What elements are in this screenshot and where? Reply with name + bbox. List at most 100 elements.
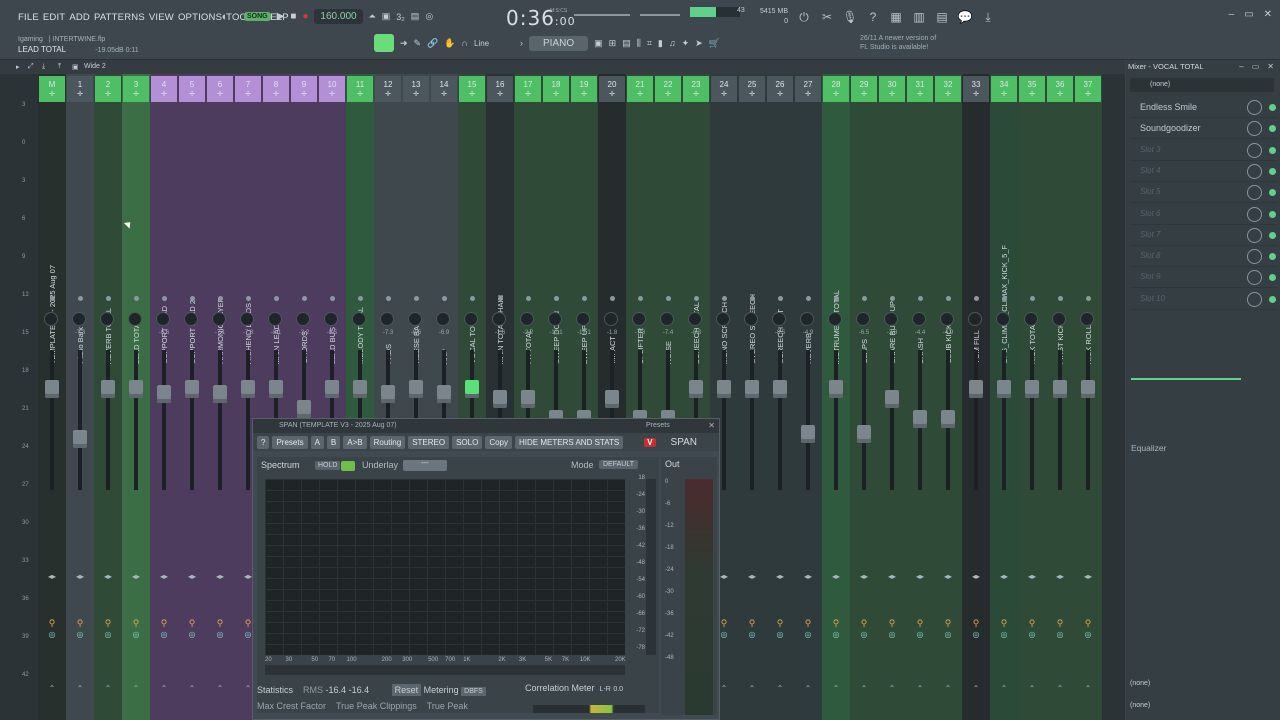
master-pitch-slider[interactable] bbox=[640, 14, 680, 16]
strip-header[interactable]: 20 ✛ bbox=[599, 76, 625, 102]
route-dot[interactable] bbox=[722, 296, 727, 301]
fx-enable-icon[interactable]: ⚲ bbox=[766, 618, 794, 629]
record-arm-icon[interactable]: ◎ bbox=[962, 630, 990, 639]
mixer-strip-31[interactable]: 31✛CRASH-4.4◂▸⚲◎⌃ bbox=[906, 74, 934, 720]
span-toolbar-copy[interactable]: Copy bbox=[485, 435, 513, 449]
plus-icon[interactable]: ✛ bbox=[889, 90, 895, 98]
volume-fader[interactable] bbox=[45, 380, 59, 398]
plus-icon[interactable]: ✛ bbox=[833, 90, 839, 98]
slot-enable-led[interactable] bbox=[1269, 189, 1276, 197]
route-arrow-icon[interactable]: ⌃ bbox=[850, 684, 878, 693]
pan-knob[interactable] bbox=[604, 312, 618, 326]
span-toolbar-presets[interactable]: Presets bbox=[272, 435, 308, 449]
plus-icon[interactable]: ✛ bbox=[1085, 90, 1091, 98]
strip-header[interactable]: 9 ✛ bbox=[291, 76, 317, 102]
record-arm-icon[interactable]: ◎ bbox=[178, 630, 206, 639]
strip-header[interactable]: 2 ✛ bbox=[95, 76, 121, 102]
pan-knob[interactable] bbox=[912, 312, 926, 326]
close-icon[interactable]: ✕ bbox=[708, 421, 715, 430]
mixer-strip-34[interactable]: 34 ✛ OPS_CLIMAX_CLIMAX_KICK_5_F ◂▸ ⚲ ◎ ⌃ bbox=[990, 74, 1018, 720]
playlist-icon[interactable]: ▦ bbox=[888, 9, 904, 25]
pan-knob[interactable] bbox=[772, 312, 786, 326]
route-dot[interactable] bbox=[470, 296, 475, 301]
fx-enable-icon[interactable]: ⚲ bbox=[962, 618, 990, 629]
plus-icon[interactable]: ✛ bbox=[105, 90, 111, 98]
route-dot[interactable] bbox=[106, 296, 111, 301]
slot-enable-led[interactable] bbox=[1269, 146, 1276, 154]
strip-header[interactable]: 37 ✛ bbox=[1075, 76, 1101, 102]
strip-header[interactable]: 21 ✛ bbox=[627, 76, 653, 102]
volume-fader[interactable] bbox=[801, 425, 815, 443]
volume-fader[interactable] bbox=[269, 380, 283, 398]
maximize-icon[interactable]: ▭ bbox=[1252, 62, 1260, 71]
strip-header[interactable]: 25 ✛ bbox=[739, 76, 765, 102]
fx-slot-10[interactable]: Slot 10 bbox=[1130, 290, 1278, 310]
volume-fader[interactable] bbox=[157, 385, 171, 403]
fx-slot-6[interactable]: Slot 6 bbox=[1130, 205, 1278, 225]
volume-fader[interactable] bbox=[241, 380, 255, 398]
plus-icon[interactable]: ✛ bbox=[1001, 90, 1007, 98]
fx-enable-icon[interactable]: ⚲ bbox=[1046, 618, 1074, 629]
volume-fader[interactable] bbox=[885, 390, 899, 408]
strip-header[interactable]: 22 ✛ bbox=[655, 76, 681, 102]
strip-header[interactable]: 12 ✛ bbox=[375, 76, 401, 102]
plus-icon[interactable]: ✛ bbox=[1057, 90, 1063, 98]
wide-label[interactable]: Wide 2 bbox=[84, 63, 106, 70]
plus-icon[interactable]: ✛ bbox=[329, 90, 335, 98]
pan-knob[interactable] bbox=[856, 312, 870, 326]
volume-fader[interactable] bbox=[129, 380, 143, 398]
plus-icon[interactable]: ✛ bbox=[693, 90, 699, 98]
pan-knob[interactable] bbox=[1080, 312, 1094, 326]
plus-icon[interactable]: ✛ bbox=[497, 90, 503, 98]
record-icon[interactable]: ● bbox=[302, 11, 308, 22]
strip-header[interactable]: 15 ✛ bbox=[459, 76, 485, 102]
record-arm-icon[interactable]: ◎ bbox=[1018, 630, 1046, 639]
slot-mix-knob[interactable] bbox=[1247, 185, 1262, 201]
pan-knob[interactable] bbox=[1052, 312, 1066, 326]
strip-header[interactable]: 5 ✛ bbox=[179, 76, 205, 102]
spectrum-graph[interactable] bbox=[265, 479, 625, 655]
metronome-icon[interactable]: ⏶ bbox=[369, 11, 376, 22]
stereo-sep-icon[interactable]: ◂▸ bbox=[1018, 572, 1046, 581]
mode-select[interactable]: DEFAULT bbox=[599, 460, 638, 469]
reset-button[interactable]: Reset bbox=[391, 684, 422, 696]
pan-knob[interactable] bbox=[464, 312, 478, 326]
route-dot[interactable] bbox=[974, 296, 979, 301]
record-arm-icon[interactable]: ◎ bbox=[850, 630, 878, 639]
volume-fader[interactable] bbox=[717, 380, 731, 398]
volume-fader[interactable] bbox=[773, 380, 787, 398]
record-arm-icon[interactable]: ◎ bbox=[906, 630, 934, 639]
plus-icon[interactable]: ✛ bbox=[749, 90, 755, 98]
route-dot[interactable] bbox=[582, 296, 587, 301]
snap-mode[interactable]: Line bbox=[474, 39, 514, 48]
volume-fader[interactable] bbox=[325, 380, 339, 398]
slot-enable-led[interactable] bbox=[1269, 210, 1276, 218]
mixer-strip-4[interactable]: 4 ✛ SUPPORT LEAD -6.6 ◂▸ ⚲ ◎ ⌃ bbox=[150, 74, 178, 720]
route-arrow-icon[interactable]: ⌃ bbox=[1046, 684, 1074, 693]
play-icon[interactable]: ▶ bbox=[277, 11, 285, 22]
view-icon-2[interactable]: ⤓ bbox=[42, 63, 45, 71]
mixer-strip-28[interactable]: 28 ✛ INSTRUMENT TOTAL ◂▸ ⚲ ◎ ⌃ bbox=[822, 74, 850, 720]
volume-fader[interactable] bbox=[353, 380, 367, 398]
pat-song-toggle-icon[interactable]: ◐ bbox=[216, 9, 234, 25]
strip-header[interactable]: 28 ✛ bbox=[823, 76, 849, 102]
plus-icon[interactable]: ✛ bbox=[525, 90, 531, 98]
volume-fader[interactable] bbox=[101, 380, 115, 398]
route-dot[interactable] bbox=[246, 296, 251, 301]
pan-knob[interactable] bbox=[576, 312, 590, 326]
strip-header[interactable]: 24 ✛ bbox=[711, 76, 737, 102]
mixer-strip-35[interactable]: 35 ✛ KICK TOTAL ◂▸ ⚲ ◎ ⌃ bbox=[1018, 74, 1046, 720]
route-dot[interactable] bbox=[134, 296, 139, 301]
layout-icon[interactable]: ▣ bbox=[72, 63, 79, 71]
pan-knob[interactable] bbox=[660, 312, 674, 326]
pan-knob[interactable] bbox=[100, 312, 114, 326]
volume-fader[interactable] bbox=[73, 430, 87, 448]
pan-knob[interactable] bbox=[1024, 312, 1038, 326]
pan-knob[interactable] bbox=[156, 312, 170, 326]
minimize-icon[interactable]: – bbox=[1229, 9, 1235, 20]
stereo-sep-icon[interactable]: ◂▸ bbox=[38, 572, 66, 581]
strip-header[interactable]: 27 ✛ bbox=[795, 76, 821, 102]
strip-header[interactable]: 19 ✛ bbox=[571, 76, 597, 102]
presets-menu[interactable]: Presets bbox=[646, 422, 670, 429]
tool-icon-9[interactable]: ➤ bbox=[695, 38, 703, 49]
